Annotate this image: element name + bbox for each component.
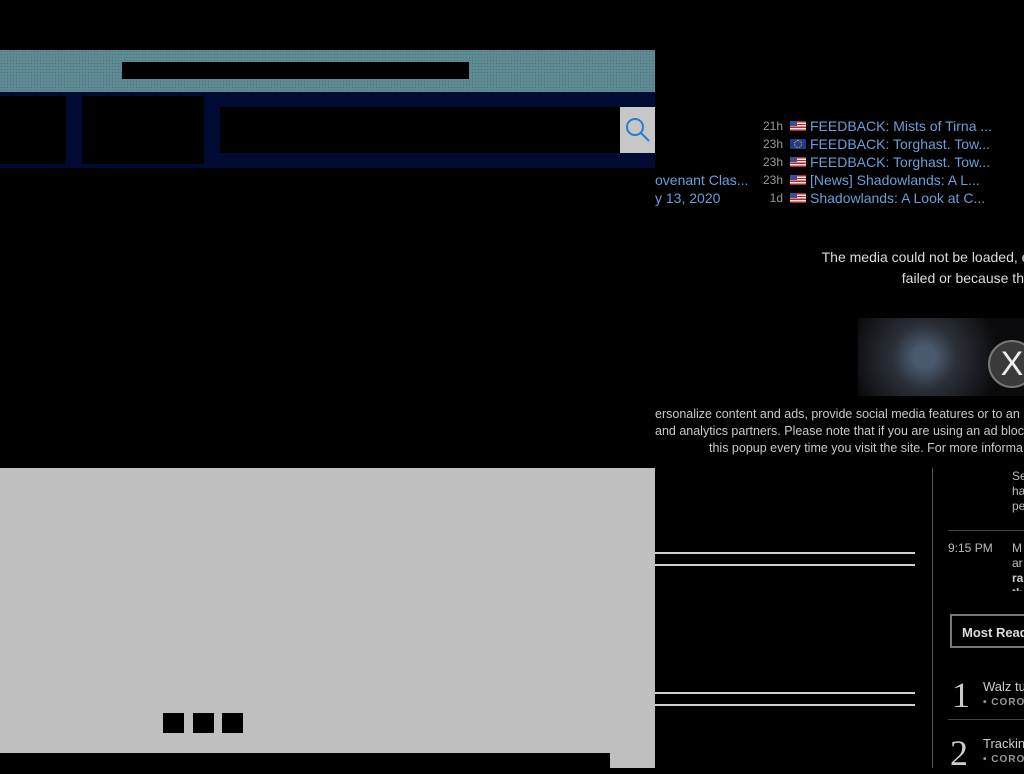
search-button[interactable] xyxy=(620,107,655,153)
snippet-line: ha xyxy=(1012,484,1024,498)
feed-time: 23h xyxy=(762,173,783,187)
divider xyxy=(948,530,1024,531)
rank-title[interactable]: Walz tu xyxy=(983,679,1024,694)
feed-time: 23h xyxy=(762,137,783,151)
snippet-line: Se xyxy=(1012,469,1024,483)
media-error-line: failed or because the for xyxy=(901,270,1024,286)
rank-number: 1 xyxy=(952,675,970,715)
ad-block xyxy=(655,712,915,768)
address-bar[interactable] xyxy=(122,62,469,79)
nav-item[interactable] xyxy=(82,96,204,164)
snippet-line: ra xyxy=(1012,571,1024,585)
ad-block xyxy=(655,554,915,564)
nav-bar xyxy=(0,92,655,168)
ad-block xyxy=(655,566,915,610)
snippet-line: M xyxy=(1012,541,1022,555)
snippet-line: pe xyxy=(1012,499,1024,513)
media-error-line: The media could not be loaded, eithe xyxy=(821,249,1024,265)
feed-time: 21h xyxy=(762,119,783,133)
sidebar-border xyxy=(932,468,933,768)
snippet-line: th xyxy=(1012,586,1024,591)
ad-block xyxy=(655,626,915,692)
sidebar-time: 9:15 PM xyxy=(948,541,993,555)
feed-item[interactable]: 23h FEEDBACK: Torghast. Tow... xyxy=(655,153,1024,171)
ad-block xyxy=(655,694,915,704)
loading-dot xyxy=(222,713,243,733)
us-flag-icon xyxy=(790,157,806,167)
us-flag-icon xyxy=(790,193,806,203)
feed-title[interactable]: FEEDBACK: Torghast. Tow... xyxy=(810,135,990,153)
feed-title[interactable]: Shadowlands: A Look at C... xyxy=(810,189,985,207)
search-input[interactable] xyxy=(220,107,620,153)
nav-item[interactable] xyxy=(0,96,66,164)
feed-title[interactable]: [News] Shadowlands: A L... xyxy=(810,171,980,189)
sidebar-snippet[interactable]: Se ha pe xyxy=(1012,469,1024,514)
ad-block xyxy=(655,468,915,552)
feed-item[interactable]: 23h FEEDBACK: Torghast. Tow... xyxy=(655,135,1024,153)
feed-title[interactable]: FEEDBACK: Mists of Tirna ... xyxy=(810,117,992,135)
feed-item[interactable]: 21h FEEDBACK: Mists of Tirna ... xyxy=(655,117,1024,135)
us-flag-icon xyxy=(790,175,806,185)
sidebar-snippet[interactable]: M ar ra th xyxy=(1012,541,1024,591)
eu-flag-icon xyxy=(790,139,806,149)
us-flag-icon xyxy=(790,121,806,131)
rank-title[interactable]: Trackin xyxy=(983,736,1024,751)
feed-item[interactable]: ovenant Clas... 23h [News] Shadowlands: … xyxy=(655,171,1024,189)
rank-tag: • CORO xyxy=(983,754,1024,765)
feed-left-text[interactable]: y 13, 2020 xyxy=(655,189,720,207)
divider xyxy=(948,719,1024,720)
feed-time: 1d xyxy=(769,191,783,205)
loading-dot xyxy=(163,713,184,733)
feed-title[interactable]: FEEDBACK: Torghast. Tow... xyxy=(810,153,990,171)
feed-time: 23h xyxy=(762,155,783,169)
cookie-line: this popup every time you visit the site… xyxy=(709,441,1024,455)
snippet-line: ar xyxy=(1012,556,1023,570)
feed-item[interactable]: y 13, 2020 1d Shadowlands: A Look at C..… xyxy=(655,189,1024,207)
cookie-line: and analytics partners. Please note that… xyxy=(655,424,1024,438)
search-icon xyxy=(625,118,650,142)
most-read-tab[interactable]: Most Read xyxy=(950,614,1024,648)
loading-dot xyxy=(193,713,214,733)
cookie-line: ersonalize content and ads, provide soci… xyxy=(655,407,1020,421)
bottom-bar xyxy=(0,753,610,768)
rank-tag: • CORO xyxy=(983,697,1024,708)
divider xyxy=(655,704,915,706)
feed-left-text[interactable]: ovenant Clas... xyxy=(655,171,748,189)
media-error-message: The media could not be loaded, eithe fai… xyxy=(792,247,1024,289)
cookie-notice: ersonalize content and ads, provide soci… xyxy=(655,406,1024,457)
content-panel xyxy=(0,468,655,768)
